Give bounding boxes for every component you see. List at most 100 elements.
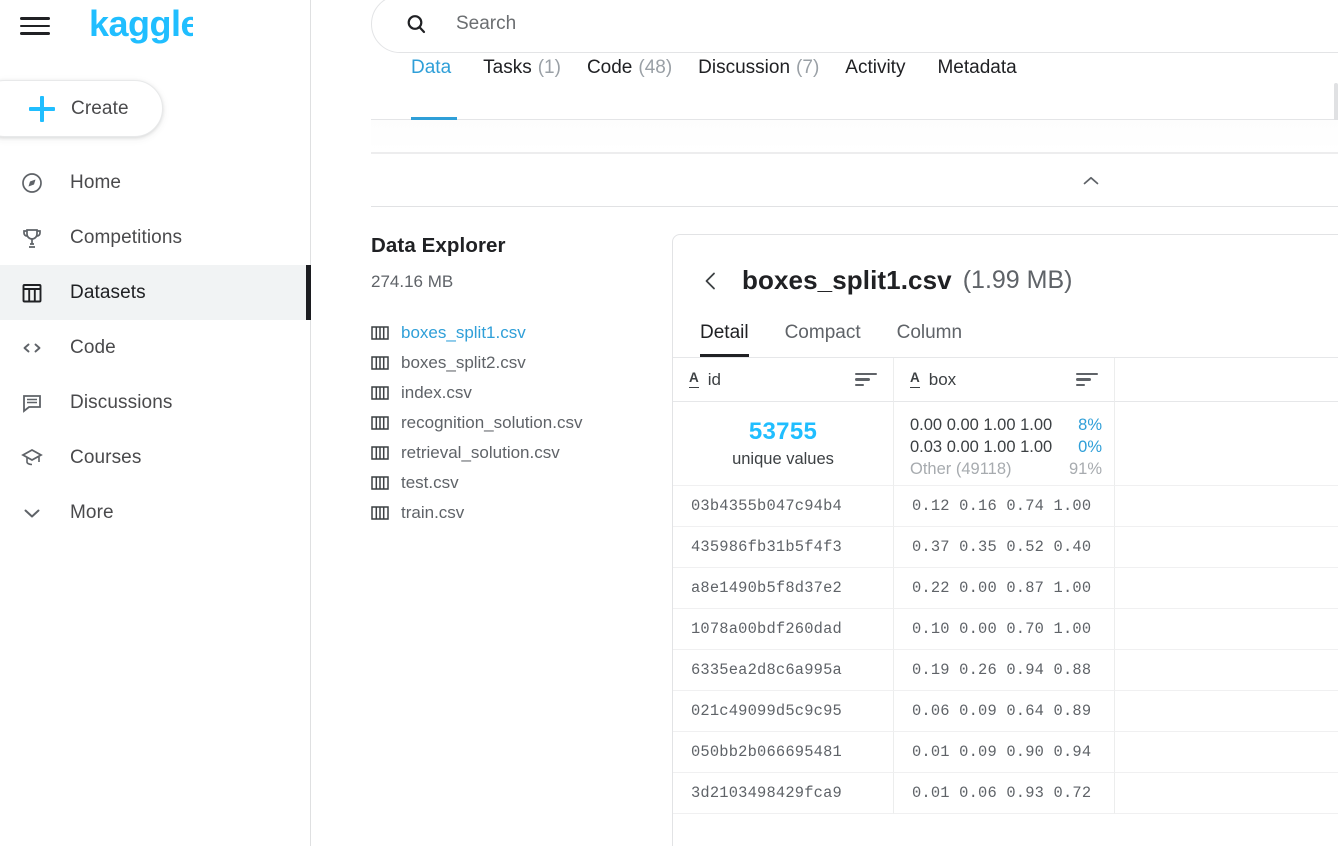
distribution-row: 0.00 0.00 1.00 1.00 8% xyxy=(894,414,1114,436)
sort-icon[interactable] xyxy=(855,372,877,387)
distribution-label: 0.00 0.00 1.00 1.00 xyxy=(910,415,1053,434)
text-type-icon: A xyxy=(689,371,699,388)
sidebar-nav: Home Competitions Datasets Code Discussi… xyxy=(0,155,311,540)
file-name: train.csv xyxy=(401,503,465,522)
view-tab-column[interactable]: Column xyxy=(897,322,978,357)
sidebar: kaggle Create Home Competitions Datasets… xyxy=(0,0,311,846)
file-item-index[interactable]: index.csv xyxy=(371,378,661,408)
chevron-left-icon[interactable] xyxy=(700,270,722,292)
sidebar-item-label: Courses xyxy=(70,446,142,468)
sidebar-item-label: Datasets xyxy=(70,281,146,303)
sort-icon[interactable] xyxy=(1076,372,1098,387)
table-header-row: A id A box xyxy=(673,358,1338,402)
table-file-icon xyxy=(371,505,389,521)
svg-text:kaggle: kaggle xyxy=(89,7,193,44)
sidebar-item-courses[interactable]: Courses xyxy=(0,430,311,485)
distribution-row-other: Other (49118) 91% xyxy=(894,458,1114,480)
distribution-row: 0.03 0.00 1.00 1.00 0% xyxy=(894,436,1114,458)
file-name: boxes_split1.csv xyxy=(401,323,526,342)
tab-tasks[interactable]: Tasks (1) xyxy=(470,57,574,119)
value-distribution: 0.00 0.00 1.00 1.00 8% 0.03 0.00 1.00 1.… xyxy=(894,402,1114,485)
kaggle-dataset-page: kaggle Create Home Competitions Datasets… xyxy=(0,0,1338,846)
distribution-label: 0.03 0.00 1.00 1.00 xyxy=(910,437,1053,456)
file-name: recognition_solution.csv xyxy=(401,413,583,432)
plus-icon xyxy=(29,95,55,122)
tab-data[interactable]: Data xyxy=(398,57,470,120)
tab-metadata[interactable]: Metadata xyxy=(924,57,1035,119)
tab-code[interactable]: Code (48) xyxy=(574,57,685,119)
sidebar-item-more[interactable]: More xyxy=(0,485,311,540)
data-explorer: Data Explorer 274.16 MB boxes_split1.csv xyxy=(371,234,661,528)
cell-box: 0.01 0.09 0.90 0.94 xyxy=(894,732,1115,773)
table-row: 3d2103498429fca9 0.01 0.06 0.93 0.72 xyxy=(673,773,1338,814)
cell-value: 021c49099d5c9c95 xyxy=(691,702,842,720)
menu-bar xyxy=(20,17,50,20)
cell-box: 0.01 0.06 0.93 0.72 xyxy=(894,773,1115,814)
dataset-tabs: Data Tasks (1) Code (48) Discussion (7) … xyxy=(371,57,1338,123)
sidebar-item-home[interactable]: Home xyxy=(0,155,311,210)
preview-table: A id A box 53755 unique values 0.00 0.00… xyxy=(673,357,1338,814)
sidebar-item-label: Discussions xyxy=(70,391,173,413)
cell-id: a8e1490b5f8d37e2 xyxy=(673,568,894,609)
menu-bar xyxy=(20,32,50,35)
summary-cell-box: 0.00 0.00 1.00 1.00 8% 0.03 0.00 1.00 1.… xyxy=(894,402,1115,486)
preview-file-name: boxes_split1.csv xyxy=(742,265,952,295)
distribution-label: Other (49118) xyxy=(910,459,1012,478)
cell-filler xyxy=(1115,650,1338,691)
file-preview-card: boxes_split1.csv (1.99 MB) Detail Compac… xyxy=(672,234,1338,846)
cell-box: 0.19 0.26 0.94 0.88 xyxy=(894,650,1115,691)
cell-value: 0.12 0.16 0.74 1.00 xyxy=(912,497,1092,515)
file-item-retrieval-solution[interactable]: retrieval_solution.csv xyxy=(371,438,661,468)
table-row: 6335ea2d8c6a995a 0.19 0.26 0.94 0.88 xyxy=(673,650,1338,691)
search-bar[interactable]: Search xyxy=(371,0,1338,53)
kaggle-logo[interactable]: kaggle xyxy=(89,7,193,45)
view-tab-detail[interactable]: Detail xyxy=(700,322,765,357)
file-item-test[interactable]: test.csv xyxy=(371,468,661,498)
file-item-boxes-split1[interactable]: boxes_split1.csv xyxy=(371,318,661,348)
cell-value: 0.01 0.06 0.93 0.72 xyxy=(912,784,1092,802)
cell-filler xyxy=(1115,732,1338,773)
unique-values-stat: 53755 unique values xyxy=(673,402,893,485)
create-button-label: Create xyxy=(71,97,129,119)
file-item-recognition-solution[interactable]: recognition_solution.csv xyxy=(371,408,661,438)
table-file-icon xyxy=(371,475,389,491)
distribution-percent: 0% xyxy=(1078,437,1102,456)
table-row: 021c49099d5c9c95 0.06 0.09 0.64 0.89 xyxy=(673,691,1338,732)
cell-value: 03b4355b047c94b4 xyxy=(691,497,842,515)
cell-value: 0.37 0.35 0.52 0.40 xyxy=(912,538,1092,556)
trophy-icon xyxy=(20,226,52,250)
tab-label: Code xyxy=(586,57,633,78)
file-item-train[interactable]: train.csv xyxy=(371,498,661,528)
cell-value: 0.06 0.09 0.64 0.89 xyxy=(912,702,1092,720)
view-tab-compact[interactable]: Compact xyxy=(785,322,877,357)
sidebar-item-datasets[interactable]: Datasets xyxy=(0,265,311,320)
data-explorer-title: Data Explorer xyxy=(371,234,506,257)
cell-value: 435986fb31b5f4f3 xyxy=(691,538,842,556)
file-name: index.csv xyxy=(401,383,472,402)
file-item-boxes-split2[interactable]: boxes_split2.csv xyxy=(371,348,661,378)
chevron-up-icon[interactable] xyxy=(1083,174,1099,186)
compass-icon xyxy=(20,171,52,195)
sidebar-item-code[interactable]: Code xyxy=(0,320,311,375)
cell-filler xyxy=(1115,691,1338,732)
cell-id: 021c49099d5c9c95 xyxy=(673,691,894,732)
graduation-cap-icon xyxy=(20,446,52,470)
about-collapse-strip xyxy=(371,153,1338,207)
cell-filler xyxy=(1115,773,1338,814)
unique-values-caption: unique values xyxy=(732,450,834,468)
cell-value: 0.22 0.00 0.87 1.00 xyxy=(912,579,1092,597)
table-file-icon xyxy=(371,355,389,371)
cell-filler xyxy=(1115,527,1338,568)
column-name: box xyxy=(928,369,957,389)
sidebar-item-discussions[interactable]: Discussions xyxy=(0,375,311,430)
tab-discussion[interactable]: Discussion (7) xyxy=(685,57,832,119)
menu-icon[interactable] xyxy=(20,11,50,41)
cell-id: 03b4355b047c94b4 xyxy=(673,486,894,527)
cell-value: 3d2103498429fca9 xyxy=(691,784,842,802)
tab-activity[interactable]: Activity xyxy=(832,57,924,119)
table-summary-row: 53755 unique values 0.00 0.00 1.00 1.00 … xyxy=(673,402,1338,486)
sidebar-item-competitions[interactable]: Competitions xyxy=(0,210,311,265)
create-button[interactable]: Create xyxy=(0,80,163,137)
cell-value: a8e1490b5f8d37e2 xyxy=(691,579,842,597)
cell-box: 0.06 0.09 0.64 0.89 xyxy=(894,691,1115,732)
